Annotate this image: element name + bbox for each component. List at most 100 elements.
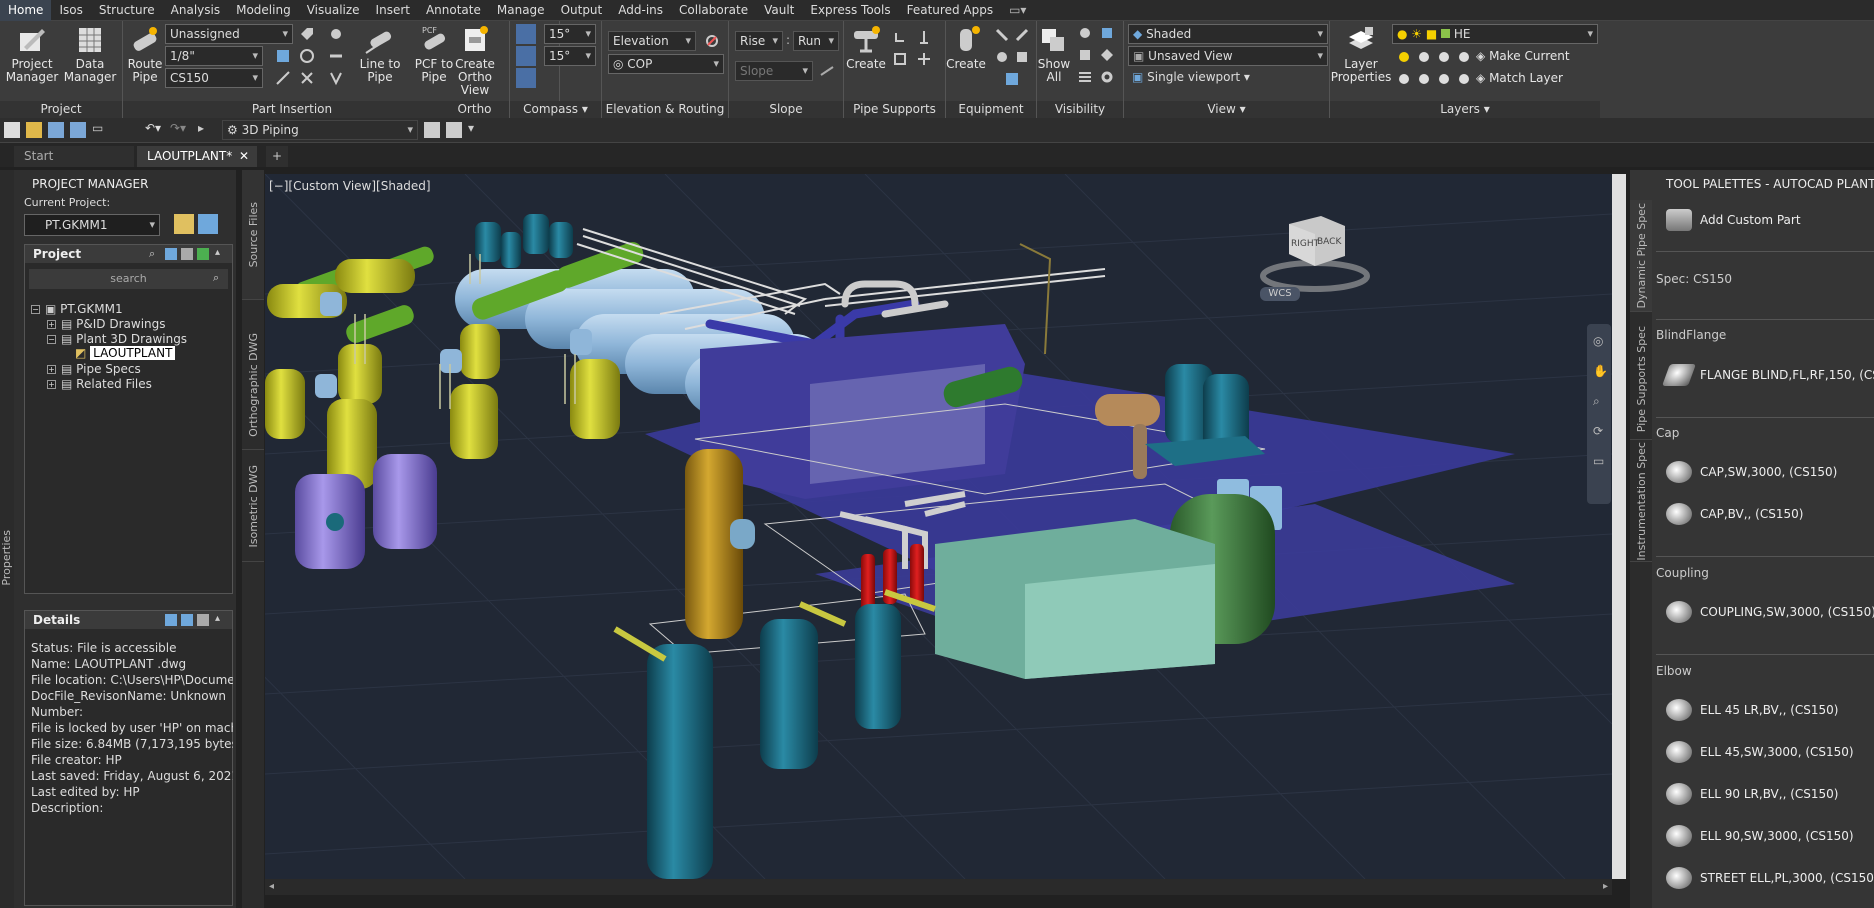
fitting-icon[interactable]	[328, 26, 344, 42]
support-tool-1-icon[interactable]	[892, 29, 908, 45]
view-cube-ring[interactable]	[1260, 260, 1370, 292]
tab-home[interactable]: Home	[0, 0, 52, 21]
navigation-bar[interactable]: ◎ ✋ ⌕ ⟳ ▭	[1587, 324, 1611, 504]
collapse-icon[interactable]: ▴	[215, 247, 220, 258]
tree-root[interactable]: − ▣ PT.GKMM1	[31, 302, 123, 316]
tab-vault[interactable]: Vault	[756, 0, 802, 21]
layer-dropdown[interactable]: ● ☀ ■ HE	[1392, 24, 1598, 44]
layer-tool-1-icon[interactable]	[1396, 49, 1412, 65]
close-tab-icon[interactable]: ✕	[239, 146, 249, 167]
substitute-icon[interactable]	[299, 70, 315, 86]
tab-manage[interactable]: Manage	[489, 0, 553, 21]
properties-strip[interactable]: Properties	[0, 170, 14, 908]
expand-specs-icon[interactable]: +	[47, 365, 56, 374]
model-viewport[interactable]: [−][Custom View][Shaded] RIGHT BACK WCS …	[265, 174, 1612, 879]
snap-toggle-icon[interactable]	[516, 46, 536, 66]
zoom-icon[interactable]: ⌕	[1593, 394, 1600, 409]
project-settings-icon[interactable]	[174, 214, 194, 234]
tab-annotate[interactable]: Annotate	[418, 0, 489, 21]
customize-qat-icon[interactable]: ▾	[468, 121, 474, 135]
brown-vessel[interactable]	[1095, 394, 1160, 426]
vertical-scrollbar[interactable]	[1612, 174, 1626, 879]
palette-item-ell-45-lr[interactable]: ELL 45 LR,BV,, (CS150)	[1666, 699, 1838, 721]
tree-pipe-specs[interactable]: + ▤ Pipe Specs	[47, 362, 141, 376]
palette-item-cap-bv[interactable]: CAP,BV,, (CS150)	[1666, 503, 1803, 525]
route-pipe-button[interactable]: Route Pipe	[125, 25, 165, 84]
layer-tool-7-icon[interactable]	[1436, 71, 1452, 87]
workspace-dropdown[interactable]: ⚙ 3D Piping	[222, 120, 418, 140]
view-cube[interactable]: RIGHT BACK	[1255, 214, 1375, 294]
settings-icon[interactable]	[1099, 69, 1115, 85]
line-number-dropdown[interactable]: Unassigned	[165, 24, 293, 44]
nozzle-icon[interactable]	[994, 27, 1010, 43]
create-equipment-button[interactable]: Create	[946, 25, 986, 71]
tree-laoutplant-drawing[interactable]: ◩ LAOUTPLANT	[75, 346, 176, 360]
palette-item-cap-sw[interactable]: CAP,SW,3000, (CS150)	[1666, 461, 1837, 483]
hide-icon[interactable]	[1077, 25, 1093, 41]
details-tools-icon[interactable]	[197, 614, 209, 626]
publish-icon[interactable]	[446, 122, 462, 138]
layer-tool-5-icon[interactable]	[1396, 71, 1412, 87]
tree-related-files[interactable]: + ▤ Related Files	[47, 377, 152, 391]
support-tool-3-icon[interactable]	[892, 51, 908, 67]
scroll-right-arrow[interactable]: ▸	[1603, 881, 1608, 892]
compass-toggle-icon[interactable]	[516, 24, 536, 44]
list-icon[interactable]	[1077, 69, 1093, 85]
tag-icon[interactable]	[299, 26, 315, 42]
print-icon[interactable]	[424, 122, 440, 138]
tab-collaborate[interactable]: Collaborate	[671, 0, 756, 21]
tab-isos[interactable]: Isos	[51, 0, 90, 21]
scroll-left-arrow[interactable]: ◂	[269, 881, 274, 892]
showmotion-icon[interactable]: ▭	[1593, 454, 1604, 468]
expand-related-icon[interactable]: +	[47, 380, 56, 389]
tab-isometric-dwg[interactable]: Isometric DWG	[242, 452, 264, 562]
refresh-icon[interactable]	[197, 248, 209, 260]
tab-analysis[interactable]: Analysis	[163, 0, 228, 21]
orbit-icon[interactable]: ⟳	[1593, 424, 1603, 438]
horizontal-scrollbar[interactable]: ◂ ▸	[265, 879, 1612, 895]
viewport-controls-label[interactable]: [−][Custom View][Shaded]	[269, 179, 431, 193]
tab-pipe-supports-spec[interactable]: Pipe Supports Spec	[1630, 320, 1652, 440]
layers-panel-title[interactable]: Layers ▾	[1330, 101, 1600, 118]
tab-modeling[interactable]: Modeling	[228, 0, 299, 21]
collapse-plant3d-icon[interactable]: −	[47, 335, 56, 344]
new-tab-button[interactable]: +	[266, 146, 288, 167]
palette-item-ell-90-lr[interactable]: ELL 90 LR,BV,, (CS150)	[1666, 783, 1838, 805]
details-preview-icon[interactable]	[181, 614, 193, 626]
save-as-icon[interactable]	[70, 122, 86, 138]
collapse-root-icon[interactable]: −	[31, 305, 40, 314]
slope-pick-icon[interactable]	[819, 63, 835, 79]
elevation-routing-panel-title[interactable]: Elevation & Routing ▾	[602, 101, 728, 133]
make-current-button[interactable]: ◈ Make Current	[1476, 49, 1570, 63]
tab-insert[interactable]: Insert	[368, 0, 418, 21]
palette-item-flange-blind[interactable]: FLANGE BLIND,FL,RF,150, (CS150)	[1661, 364, 1874, 386]
plot-icon[interactable]: ▭	[92, 121, 103, 135]
angle-dropdown-2[interactable]: 15°	[544, 46, 596, 66]
hide-selected-icon[interactable]	[1077, 47, 1093, 63]
visual-style-dropdown[interactable]: ◆ Shaded	[1128, 24, 1328, 44]
project-manager-button[interactable]: Project Manager	[6, 25, 58, 84]
tab-featured-apps[interactable]: Featured Apps	[899, 0, 1001, 21]
create-ortho-view-button[interactable]: Create Ortho View	[444, 25, 506, 97]
palette-item-ell-45-sw[interactable]: ELL 45,SW,3000, (CS150)	[1666, 741, 1854, 763]
match-layer-button[interactable]: ◈ Match Layer	[1476, 71, 1563, 85]
layer-properties-button[interactable]: Layer Properties	[1331, 25, 1391, 84]
palette-item-ell-90-sw[interactable]: ELL 90,SW,3000, (CS150)	[1666, 825, 1854, 847]
tab-source-files[interactable]: Source Files	[242, 170, 264, 300]
tab-visualize[interactable]: Visualize	[299, 0, 368, 21]
modify-equipment-icon[interactable]	[994, 49, 1010, 65]
expand-pid-icon[interactable]: +	[47, 320, 56, 329]
convert-equipment-icon[interactable]	[1014, 49, 1030, 65]
redo-icon[interactable]: ↷▾	[170, 121, 186, 135]
elevation-field[interactable]: Elevation	[608, 31, 696, 51]
visibility-tool-icon[interactable]	[1099, 47, 1115, 63]
size-dropdown[interactable]: 1/8"	[165, 46, 263, 66]
cop-dropdown[interactable]: ◎ COP	[608, 54, 724, 74]
viewport-config-dropdown[interactable]: ▣ Single viewport ▾	[1132, 70, 1250, 84]
angle-dropdown-1[interactable]: 15°	[544, 24, 596, 44]
add-custom-part-button[interactable]: Add Custom Part	[1666, 209, 1801, 231]
stretch-icon[interactable]	[275, 70, 291, 86]
undo-icon[interactable]: ↶▾	[145, 121, 161, 135]
tab-express-tools[interactable]: Express Tools	[802, 0, 898, 21]
open-icon[interactable]	[26, 122, 42, 138]
